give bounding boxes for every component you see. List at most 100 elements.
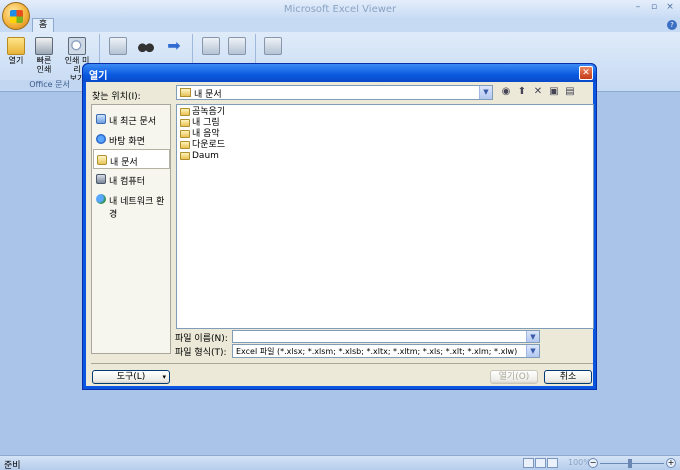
- folder-icon: [180, 152, 190, 160]
- view-button-1[interactable]: [200, 37, 222, 55]
- chevron-down-icon[interactable]: ▼: [526, 331, 539, 342]
- chevron-down-icon: ▾: [162, 373, 166, 381]
- open-button[interactable]: 열기: [5, 37, 27, 65]
- file-name: 내 음악: [192, 129, 220, 139]
- file-name: 다운로드: [192, 140, 226, 150]
- recent-docs-icon: [96, 114, 106, 124]
- zoom-slider[interactable]: [600, 463, 664, 464]
- page-icon: [202, 37, 220, 55]
- file-type-select[interactable]: Excel 파일 (*.xlsx; *.xlsm; *.xlsb; *.xltx…: [232, 344, 540, 358]
- file-list: 곰녹음기 내 그림 내 음악 다운로드 Daum: [176, 104, 594, 329]
- restore-icon[interactable]: ▫: [648, 2, 660, 12]
- status-text: 준비: [4, 461, 21, 470]
- zoom-in-icon[interactable]: +: [666, 458, 676, 468]
- look-in-value: 내 문서: [194, 90, 222, 100]
- place-my-computer[interactable]: 내 컴퓨터: [93, 169, 170, 189]
- place-label: 내 최근 문서: [109, 117, 157, 127]
- file-name: Daum: [192, 151, 219, 161]
- up-folder-icon[interactable]: ⬆: [516, 86, 528, 98]
- tools-label: 도구(L): [116, 372, 146, 382]
- quick-print-button[interactable]: 빠른 인쇄: [33, 37, 55, 74]
- chevron-down-icon[interactable]: ▼: [479, 86, 492, 99]
- tools-button[interactable]: 도구(L) ▾: [92, 370, 170, 384]
- my-documents-icon: [97, 155, 107, 165]
- folder-icon: [180, 119, 190, 127]
- page-lock-icon: [228, 37, 246, 55]
- file-name-input[interactable]: ▼: [232, 330, 540, 343]
- list-item[interactable]: Daum: [180, 151, 219, 162]
- open-label: 열기: [8, 56, 24, 65]
- list-item[interactable]: 내 그림: [180, 118, 220, 129]
- folder-icon: [180, 130, 190, 138]
- zoom-slider-thumb[interactable]: [628, 459, 632, 468]
- normal-view-icon[interactable]: [523, 458, 534, 468]
- dialog-body: 찾는 위치(I): 내 문서 ▼ ◉ ⬆ ✕ ▣ ▤ 내 최근 문서 바탕 화면: [86, 82, 594, 386]
- place-recent-docs[interactable]: 내 최근 문서: [93, 109, 170, 129]
- delete-icon[interactable]: ✕: [532, 86, 544, 98]
- dialog-title: 열기: [89, 71, 108, 82]
- print-preview-icon: [68, 37, 86, 55]
- back-icon[interactable]: ◉: [500, 86, 512, 98]
- divider: [91, 363, 593, 364]
- windows-icon: [264, 37, 282, 55]
- file-type-value: Excel 파일 (*.xlsx; *.xlsm; *.xlsb; *.xltx…: [236, 347, 518, 356]
- folder-icon: [7, 37, 25, 55]
- new-folder-icon[interactable]: ▣: [548, 86, 560, 98]
- dialog-titlebar: 열기: [83, 64, 596, 82]
- arrow-right-icon: ➡: [167, 36, 181, 55]
- file-name: 내 그림: [192, 118, 220, 128]
- copy-button[interactable]: [107, 37, 129, 55]
- folder-icon: [180, 108, 190, 116]
- help-icon[interactable]: ?: [667, 20, 677, 30]
- close-icon[interactable]: ×: [664, 2, 676, 12]
- open-dialog: 열기 ✕ 찾는 위치(I): 내 문서 ▼ ◉ ⬆ ✕ ▣ ▤ 내 최근 문서 …: [82, 63, 597, 390]
- quick-print-label: 빠른 인쇄: [36, 56, 52, 74]
- look-in-label: 찾는 위치(I):: [92, 92, 141, 102]
- list-item[interactable]: 내 음악: [180, 129, 220, 140]
- status-bar: 준비 100% − +: [0, 455, 680, 470]
- my-computer-icon: [96, 174, 106, 184]
- folder-icon: [180, 141, 190, 149]
- file-name-label: 파일 이름(N):: [175, 334, 228, 344]
- views-icon[interactable]: ▤: [564, 86, 576, 98]
- place-network[interactable]: 내 네트워크 환경: [93, 189, 170, 220]
- desktop-icon: [96, 134, 106, 144]
- goto-button[interactable]: ➡: [163, 37, 185, 55]
- page-break-view-icon[interactable]: [547, 458, 558, 468]
- file-type-label: 파일 형식(T):: [175, 348, 227, 358]
- chevron-down-icon[interactable]: ▼: [526, 345, 539, 357]
- minimize-icon[interactable]: –: [632, 2, 644, 12]
- find-button[interactable]: [135, 37, 157, 55]
- ribbon-tabs: 홈 ?: [0, 18, 680, 32]
- folder-icon: [180, 88, 191, 97]
- window-button[interactable]: [262, 37, 284, 55]
- look-in-combo[interactable]: 내 문서 ▼: [176, 85, 493, 100]
- view-button-2[interactable]: [226, 37, 248, 55]
- office-button[interactable]: [2, 2, 30, 30]
- zoom-out-icon[interactable]: −: [588, 458, 598, 468]
- app-titlebar: Microsoft Excel Viewer – ▫ ×: [0, 0, 680, 20]
- place-label: 내 문서: [110, 158, 138, 168]
- dialog-toolbar: ◉ ⬆ ✕ ▣ ▤: [500, 86, 576, 98]
- list-item[interactable]: 곰녹음기: [180, 107, 225, 118]
- app-title: Microsoft Excel Viewer: [283, 4, 397, 15]
- page-layout-view-icon[interactable]: [535, 458, 546, 468]
- place-label: 바탕 화면: [109, 137, 145, 147]
- view-buttons: [523, 458, 558, 468]
- dialog-close-icon[interactable]: ✕: [579, 66, 593, 80]
- place-label: 내 네트워크 환경: [109, 197, 165, 220]
- open-file-button[interactable]: 열기(O): [490, 370, 538, 384]
- office-logo-icon: [10, 10, 23, 23]
- cancel-button[interactable]: 취소: [544, 370, 592, 384]
- place-my-documents[interactable]: 내 문서: [93, 149, 170, 169]
- copy-icon: [109, 37, 127, 55]
- places-bar: 내 최근 문서 바탕 화면 내 문서 내 컴퓨터 내 네트워크 환경: [91, 104, 171, 354]
- printer-icon: [35, 37, 53, 55]
- network-icon: [96, 194, 106, 204]
- place-label: 내 컴퓨터: [109, 177, 145, 187]
- window-controls: – ▫ ×: [632, 2, 676, 12]
- tab-home[interactable]: 홈: [32, 18, 54, 32]
- list-item[interactable]: 다운로드: [180, 140, 225, 151]
- binoculars-icon: [137, 37, 155, 55]
- place-desktop[interactable]: 바탕 화면: [93, 129, 170, 149]
